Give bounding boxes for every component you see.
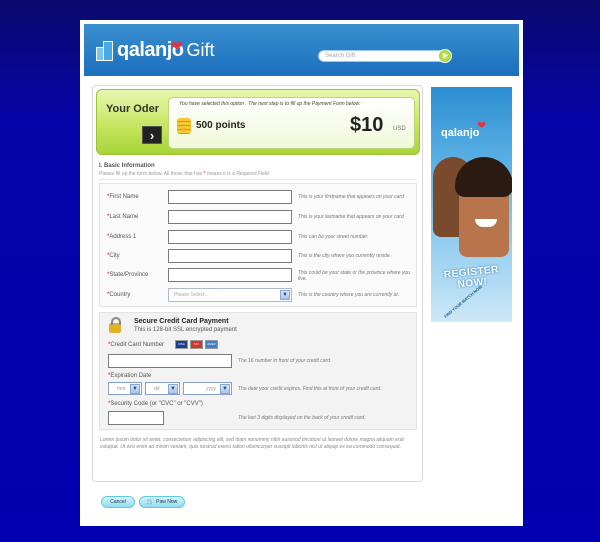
lock-icon: [109, 317, 121, 333]
register-ad-banner[interactable]: qalanjo ❤ REGISTER NOW! FIND YOUR MATCH …: [431, 87, 512, 322]
order-price: $10: [350, 114, 384, 136]
order-details: You have selected this option . The next…: [168, 97, 415, 149]
cc-subtitle: This is 128-bit SSL encrypted payment: [134, 327, 237, 333]
cc-title: Secure Credit Card Payment: [134, 318, 229, 325]
cc-number-label: *Credit Card Number: [108, 342, 165, 348]
search-input[interactable]: Search Gift: [318, 50, 450, 62]
country-select[interactable]: Please Select... ▼: [168, 288, 292, 302]
chevron-down-icon: ▼: [130, 384, 140, 394]
site-logo[interactable]: qalanjo Gift ❤: [96, 34, 215, 66]
page-container: qalanjo Gift ❤ Search Gift ➤ Your Oder ›…: [80, 20, 523, 526]
expiration-label: *Expiration Date: [108, 373, 152, 379]
first-name-label: *First Name: [107, 194, 139, 200]
ad-logo: qalanjo: [441, 127, 480, 139]
section-subtitle: Please fill up the form below. All those…: [99, 171, 269, 177]
address-label: *Address 1: [107, 234, 137, 240]
state-hint: This could be your state or the province…: [298, 270, 411, 282]
state-row: *State/Province This could be your state…: [100, 268, 418, 284]
last-name-hint: This is your lastname that appears on yo…: [298, 214, 404, 220]
order-title: Your Oder: [106, 103, 159, 115]
mastercard-icon: MC: [190, 340, 203, 349]
expiry-year-select[interactable]: yyyy ▼: [183, 382, 232, 395]
basic-info-form: *First Name This is your firstname that …: [99, 183, 417, 307]
site-header: qalanjo Gift ❤ Search Gift ➤: [84, 24, 519, 76]
disclaimer-text: Lorem ipsum dolor sit amet, consectetuer…: [100, 437, 404, 450]
expiry-day-select[interactable]: dd ▼: [145, 382, 180, 395]
security-code-label: *Security Code (or "CVC" or "CVV"): [108, 401, 203, 407]
payment-form-panel: Your Oder › You have selected this optio…: [92, 85, 423, 482]
pay-now-button[interactable]: 🛒 Paw Now: [139, 496, 185, 508]
last-name-row: *Last Name This is your lastname that ap…: [100, 210, 418, 226]
expiry-month-select[interactable]: mm ▼: [108, 382, 142, 395]
logo-mark-icon: [96, 39, 114, 61]
amex-card-icon: AMEX: [205, 340, 218, 349]
order-summary: Your Oder › You have selected this optio…: [96, 89, 420, 155]
city-label: *City: [107, 253, 120, 259]
state-label: *State/Province: [107, 272, 149, 278]
heart-icon: ❤: [477, 120, 487, 132]
chevron-down-icon: ▼: [220, 384, 230, 394]
state-field[interactable]: [168, 268, 292, 282]
first-name-row: *First Name This is your firstname that …: [100, 190, 418, 206]
search-button[interactable]: ➤: [438, 49, 452, 63]
order-points: 500 points: [196, 120, 246, 131]
cart-icon: 🛒: [146, 499, 155, 505]
address-field[interactable]: [168, 230, 292, 244]
cc-number-field[interactable]: [108, 354, 232, 368]
cc-number-hint: The 16 number in front of your credit ca…: [238, 358, 330, 364]
next-arrow-icon[interactable]: ›: [142, 126, 162, 144]
first-name-hint: This is your firstname that appears on y…: [298, 194, 404, 200]
cancel-button[interactable]: Cancel: [101, 496, 135, 508]
credit-card-section: Secure Credit Card Payment This is 128-b…: [99, 312, 417, 430]
register-now-cta[interactable]: REGISTER NOW!: [436, 263, 508, 292]
security-code-field[interactable]: [108, 411, 164, 425]
heart-icon: ❤: [171, 38, 183, 54]
city-field[interactable]: [168, 249, 292, 263]
section-title: I. Basic Information: [99, 163, 155, 169]
last-name-label: *Last Name: [107, 214, 139, 220]
city-row: *City This is the city where you current…: [100, 249, 418, 265]
arrow-right-icon: ➤: [441, 51, 449, 60]
last-name-field[interactable]: [168, 210, 292, 224]
chevron-down-icon: ▼: [168, 384, 178, 394]
expiration-hint: The date your credit expires. Find this …: [238, 386, 382, 392]
city-hint: This is the city where you currently res…: [298, 253, 392, 259]
address-row: *Address 1 This can be your street numbe…: [100, 230, 418, 246]
country-hint: This is the country where you are curren…: [298, 292, 400, 298]
first-name-field[interactable]: [168, 190, 292, 204]
country-label: *Country: [107, 292, 131, 298]
country-row: *Country Please Select... ▼ This is the c…: [100, 288, 418, 304]
security-code-hint: The last 3 digits displayed on the back …: [238, 415, 366, 421]
coins-icon: [177, 118, 191, 134]
chevron-down-icon: ▼: [280, 290, 290, 300]
order-note: You have selected this option . The next…: [179, 101, 361, 107]
visa-card-icon: VISA: [175, 340, 188, 349]
section-divider: [99, 179, 417, 180]
logo-suffix: Gift: [186, 39, 215, 60]
order-currency: USD: [393, 126, 406, 132]
address-hint: This can be your street number.: [298, 234, 369, 240]
